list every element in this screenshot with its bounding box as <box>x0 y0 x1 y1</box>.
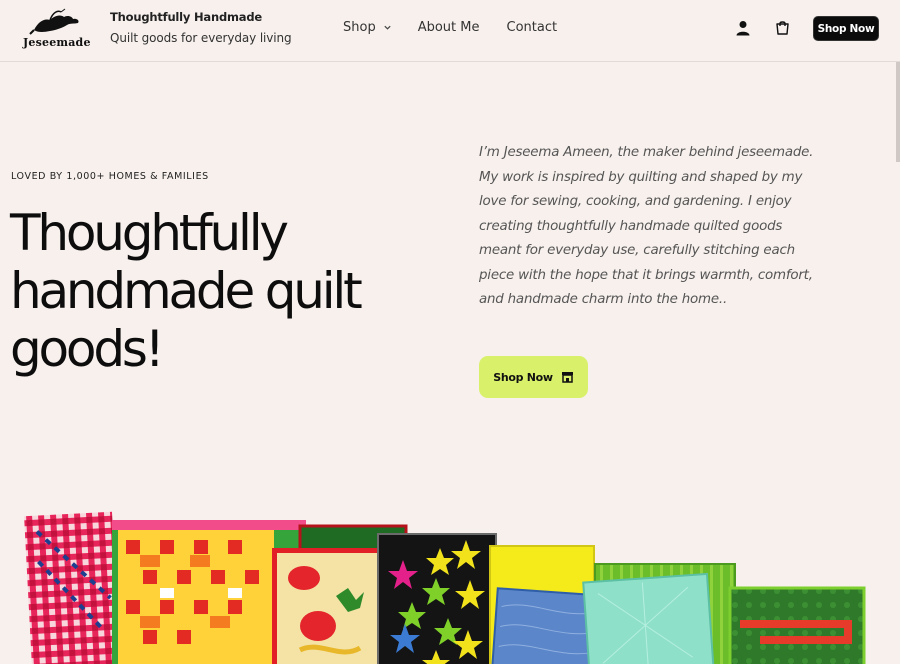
hero-title-line: handmade quilt <box>10 262 363 320</box>
nav-item-label: About Me <box>417 20 480 35</box>
hero-title-line: Thoughtfully <box>10 204 289 262</box>
header-shop-now-button[interactable]: Shop Now <box>813 16 879 41</box>
brand-tagline: Quilt goods for everyday living <box>110 31 292 45</box>
hero-title-line: goods! <box>10 320 165 378</box>
nav-item-shop[interactable]: Shop <box>343 20 392 35</box>
nav-item-label: Shop <box>343 20 376 35</box>
hero-button-label: Shop Now <box>493 370 553 384</box>
hand-logo-icon <box>29 8 79 35</box>
nav-item-contact[interactable]: Contact <box>507 20 558 35</box>
scrollbar[interactable] <box>896 62 900 162</box>
account-icon[interactable] <box>735 20 751 36</box>
main-nav: Shop About Me Contact <box>343 20 557 35</box>
hero-shop-now-button[interactable]: Shop Now <box>479 356 588 398</box>
chevron-down-icon <box>384 25 391 30</box>
nav-item-about[interactable]: About Me <box>418 20 480 35</box>
site-header: Jeseemade Thoughtfully Handmade Quilt go… <box>0 0 900 62</box>
quilted-goods-photo <box>24 511 866 664</box>
hero-paragraph: I’m Jeseema Ameen, the maker behind jese… <box>479 145 814 307</box>
cart-icon[interactable] <box>774 19 791 36</box>
brand-logo[interactable]: Jeseemade <box>20 8 90 50</box>
storefront-icon <box>561 372 573 383</box>
logo-text: Jeseemade <box>23 36 91 49</box>
nav-item-label: Contact <box>506 20 558 35</box>
brand-title: Thoughtfully Handmade <box>110 10 262 24</box>
hero-title: Thoughtfully handmade quilt goods! <box>10 204 430 378</box>
hero-eyebrow: LOVED BY 1,000+ HOMES & FAMILIES <box>11 171 209 182</box>
